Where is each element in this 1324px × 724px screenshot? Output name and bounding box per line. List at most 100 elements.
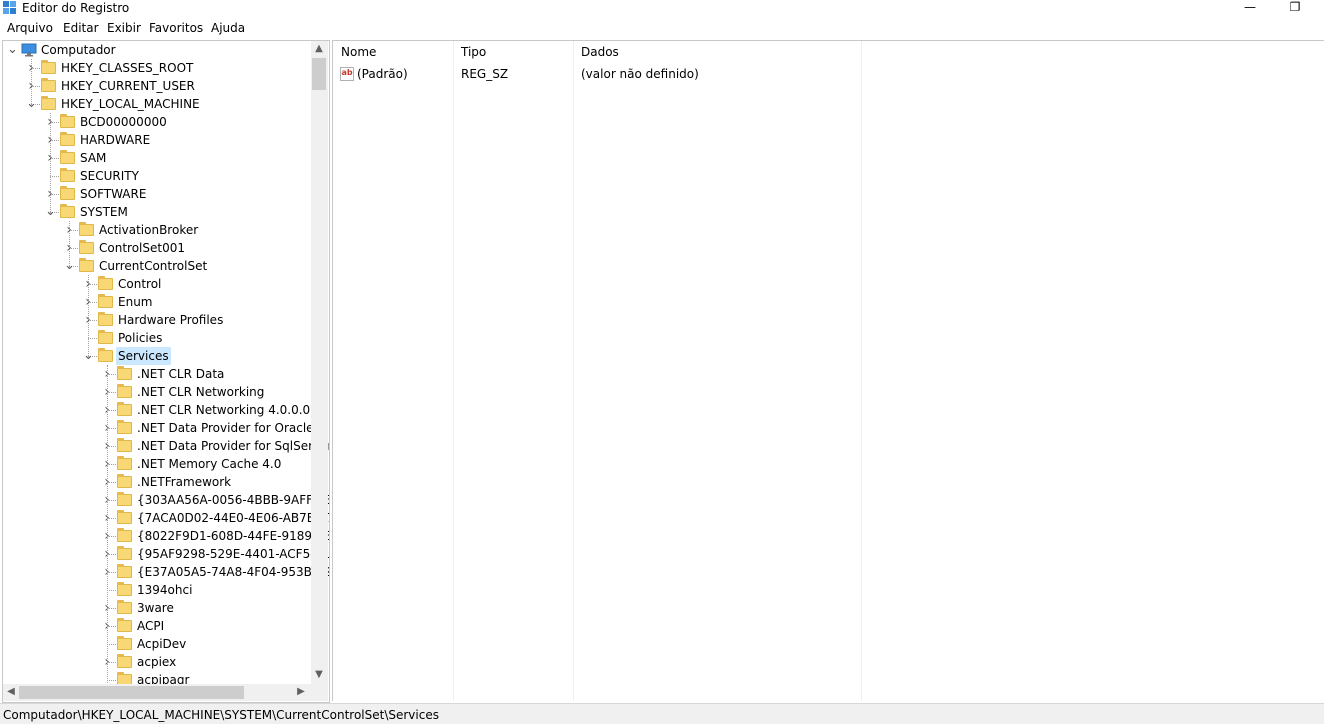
tree-node-label[interactable]: Control [116, 275, 163, 293]
tree-node[interactable]: › .NET CLR Networking 4.0.0.0 [3, 401, 312, 419]
tree-node-label[interactable]: .NET CLR Networking [135, 383, 266, 401]
tree-node[interactable]: ⌄ CurrentControlSet [3, 257, 309, 275]
folder-icon [98, 330, 113, 344]
tree-node-label[interactable]: ActivationBroker [97, 221, 200, 239]
menu-editar[interactable]: Editar [63, 19, 99, 38]
scroll-right-arrow-icon[interactable]: ▶ [293, 684, 309, 700]
tree-guide-line [50, 113, 51, 212]
column-divider [573, 41, 574, 701]
scroll-up-arrow-icon[interactable]: ▲ [311, 41, 327, 57]
tree-node-label[interactable]: Hardware Profiles [116, 311, 225, 329]
tree-node[interactable]: › 3ware [3, 599, 309, 617]
tree-node[interactable]: › {E37A05A5-74A8-4F04-953B-B22 [3, 563, 329, 581]
tree-node-label[interactable]: HKEY_CLASSES_ROOT [59, 59, 195, 77]
tree-node[interactable]: › .NET Memory Cache 4.0 [3, 455, 309, 473]
tree-node[interactable]: ⌄ HKEY_LOCAL_MACHINE [3, 95, 309, 113]
scrollbar-corner [311, 684, 328, 701]
tree-node[interactable]: SECURITY [3, 167, 309, 185]
tree-node-label[interactable]: 3ware [135, 599, 176, 617]
tree-node-label[interactable]: Enum [116, 293, 154, 311]
tree-node-label[interactable]: SECURITY [78, 167, 141, 185]
tree-node-label[interactable]: .NET CLR Data [135, 365, 226, 383]
tree-node-label[interactable]: ControlSet001 [97, 239, 187, 257]
tree-horizontal-scrollbar[interactable]: ◀ ▶ [3, 684, 311, 701]
folder-icon [60, 150, 75, 164]
tree-node-label[interactable]: ACPI [135, 617, 166, 635]
tree-node-label[interactable]: .NETFramework [135, 473, 233, 491]
scroll-down-arrow-icon[interactable]: ▼ [311, 667, 327, 683]
tree-node[interactable]: › .NET Data Provider for SqlServer [3, 437, 329, 455]
minimize-button[interactable]: — [1238, 0, 1262, 17]
tree-node-label[interactable]: HKEY_CURRENT_USER [59, 77, 197, 95]
tree-node-label[interactable]: Computador [39, 41, 118, 59]
tree-node[interactable]: › HKEY_CURRENT_USER [3, 77, 309, 95]
tree-node-label[interactable]: {8022F9D1-608D-44FE-9189-0E3I [135, 527, 329, 545]
restore-button[interactable]: ❐ [1283, 0, 1307, 17]
registry-tree-pane[interactable]: ⌄ Computador › HKEY_CLASSES_ROOT › HKEY_CURRE… [2, 40, 330, 703]
menu-arquivo[interactable]: Arquivo [7, 19, 53, 38]
tree-node[interactable]: › SOFTWARE [3, 185, 309, 203]
tree-node[interactable]: › .NET CLR Networking [3, 383, 309, 401]
tree-node-label[interactable]: 1394ohci [135, 581, 194, 599]
column-header-dados[interactable]: Dados [573, 41, 863, 63]
tree-node-label[interactable]: HKEY_LOCAL_MACHINE [59, 95, 202, 113]
tree-node-label[interactable]: Services [116, 347, 171, 365]
tree-node-label[interactable]: SOFTWARE [78, 185, 148, 203]
tree-node-label[interactable]: CurrentControlSet [97, 257, 209, 275]
tree-node[interactable]: › Enum [3, 293, 309, 311]
menu-exibir[interactable]: Exibir [107, 19, 141, 38]
tree-node[interactable]: › SAM [3, 149, 309, 167]
tree-vertical-scrollbar[interactable]: ▲ ▼ [311, 41, 328, 684]
menu-ajuda[interactable]: Ajuda [211, 19, 245, 38]
tree-node-label[interactable]: .NET Data Provider for SqlServer [135, 437, 329, 455]
tree-node-label[interactable]: acpiex [135, 653, 178, 671]
tree-node[interactable]: ⌄ Computador [3, 41, 309, 59]
tree-node-label[interactable]: .NET Memory Cache 4.0 [135, 455, 283, 473]
folder-icon [79, 240, 94, 254]
tree-node[interactable]: ⌄ SYSTEM [3, 203, 309, 221]
scroll-left-arrow-icon[interactable]: ◀ [3, 684, 19, 700]
tree-node-label[interactable]: AcpiDev [135, 635, 188, 653]
tree-node[interactable]: › {303AA56A-0056-4BBB-9AFF-9B [3, 491, 329, 509]
tree-node[interactable]: › ACPI [3, 617, 309, 635]
tree-node[interactable]: › HARDWARE [3, 131, 309, 149]
values-list-pane[interactable]: Nome Tipo Dados ab (Padrão) REG_SZ (valo… [332, 40, 1324, 701]
window-title: Editor do Registro [22, 1, 130, 15]
tree-node[interactable]: › {7ACA0D02-44E0-4E06-AB7E-27I [3, 509, 329, 527]
tree-node-label[interactable]: HARDWARE [78, 131, 152, 149]
tree-node[interactable]: › {8022F9D1-608D-44FE-9189-0E3I [3, 527, 329, 545]
tree-node[interactable]: › .NET Data Provider for Oracle [3, 419, 314, 437]
collapse-chevron-icon[interactable]: ⌄ [7, 41, 18, 59]
tree-node-label[interactable]: {303AA56A-0056-4BBB-9AFF-9B [135, 491, 329, 509]
tree-node-label[interactable]: {E37A05A5-74A8-4F04-953B-B22 [135, 563, 329, 581]
tree-node[interactable]: › Control [3, 275, 309, 293]
tree-node-label[interactable]: {95AF9298-529E-4401-ACF5-C12 [135, 545, 329, 563]
tree-node-label[interactable]: {7ACA0D02-44E0-4E06-AB7E-27I [135, 509, 329, 527]
column-header-tipo[interactable]: Tipo [453, 41, 573, 63]
tree-node[interactable]: › .NETFramework [3, 473, 309, 491]
tree-node[interactable]: AcpiDev [3, 635, 309, 653]
tree-node[interactable]: › HKEY_CLASSES_ROOT [3, 59, 309, 77]
tree-node[interactable]: ⌄ Services [3, 347, 309, 365]
tree-node[interactable]: › ControlSet001 [3, 239, 309, 257]
tree-node-label[interactable]: Policies [116, 329, 164, 347]
tree-node-label[interactable]: .NET CLR Networking 4.0.0.0 [135, 401, 312, 419]
tree-node[interactable]: › BCD00000000 [3, 113, 309, 131]
tree-node[interactable]: Policies [3, 329, 309, 347]
menu-favoritos[interactable]: Favoritos [149, 19, 203, 38]
column-header-nome[interactable]: Nome [333, 41, 453, 63]
tree-node-label[interactable]: BCD00000000 [78, 113, 169, 131]
status-path: Computador\HKEY_LOCAL_MACHINE\SYSTEM\Cur… [3, 708, 439, 722]
tree-node[interactable]: › {95AF9298-529E-4401-ACF5-C12 [3, 545, 329, 563]
tree-node[interactable]: 1394ohci [3, 581, 309, 599]
tree-horizontal-scroll-thumb[interactable] [19, 686, 244, 699]
tree-node-label[interactable]: SAM [78, 149, 108, 167]
tree-node[interactable]: › acpiex [3, 653, 309, 671]
tree-node[interactable]: › .NET CLR Data [3, 365, 309, 383]
tree-node-label[interactable]: SYSTEM [78, 203, 130, 221]
tree-vertical-scroll-thumb[interactable] [312, 58, 326, 90]
tree-node[interactable]: › ActivationBroker [3, 221, 309, 239]
tree-node-label[interactable]: .NET Data Provider for Oracle [135, 419, 316, 437]
tree-node[interactable]: › Hardware Profiles [3, 311, 309, 329]
folder-icon [79, 258, 94, 272]
